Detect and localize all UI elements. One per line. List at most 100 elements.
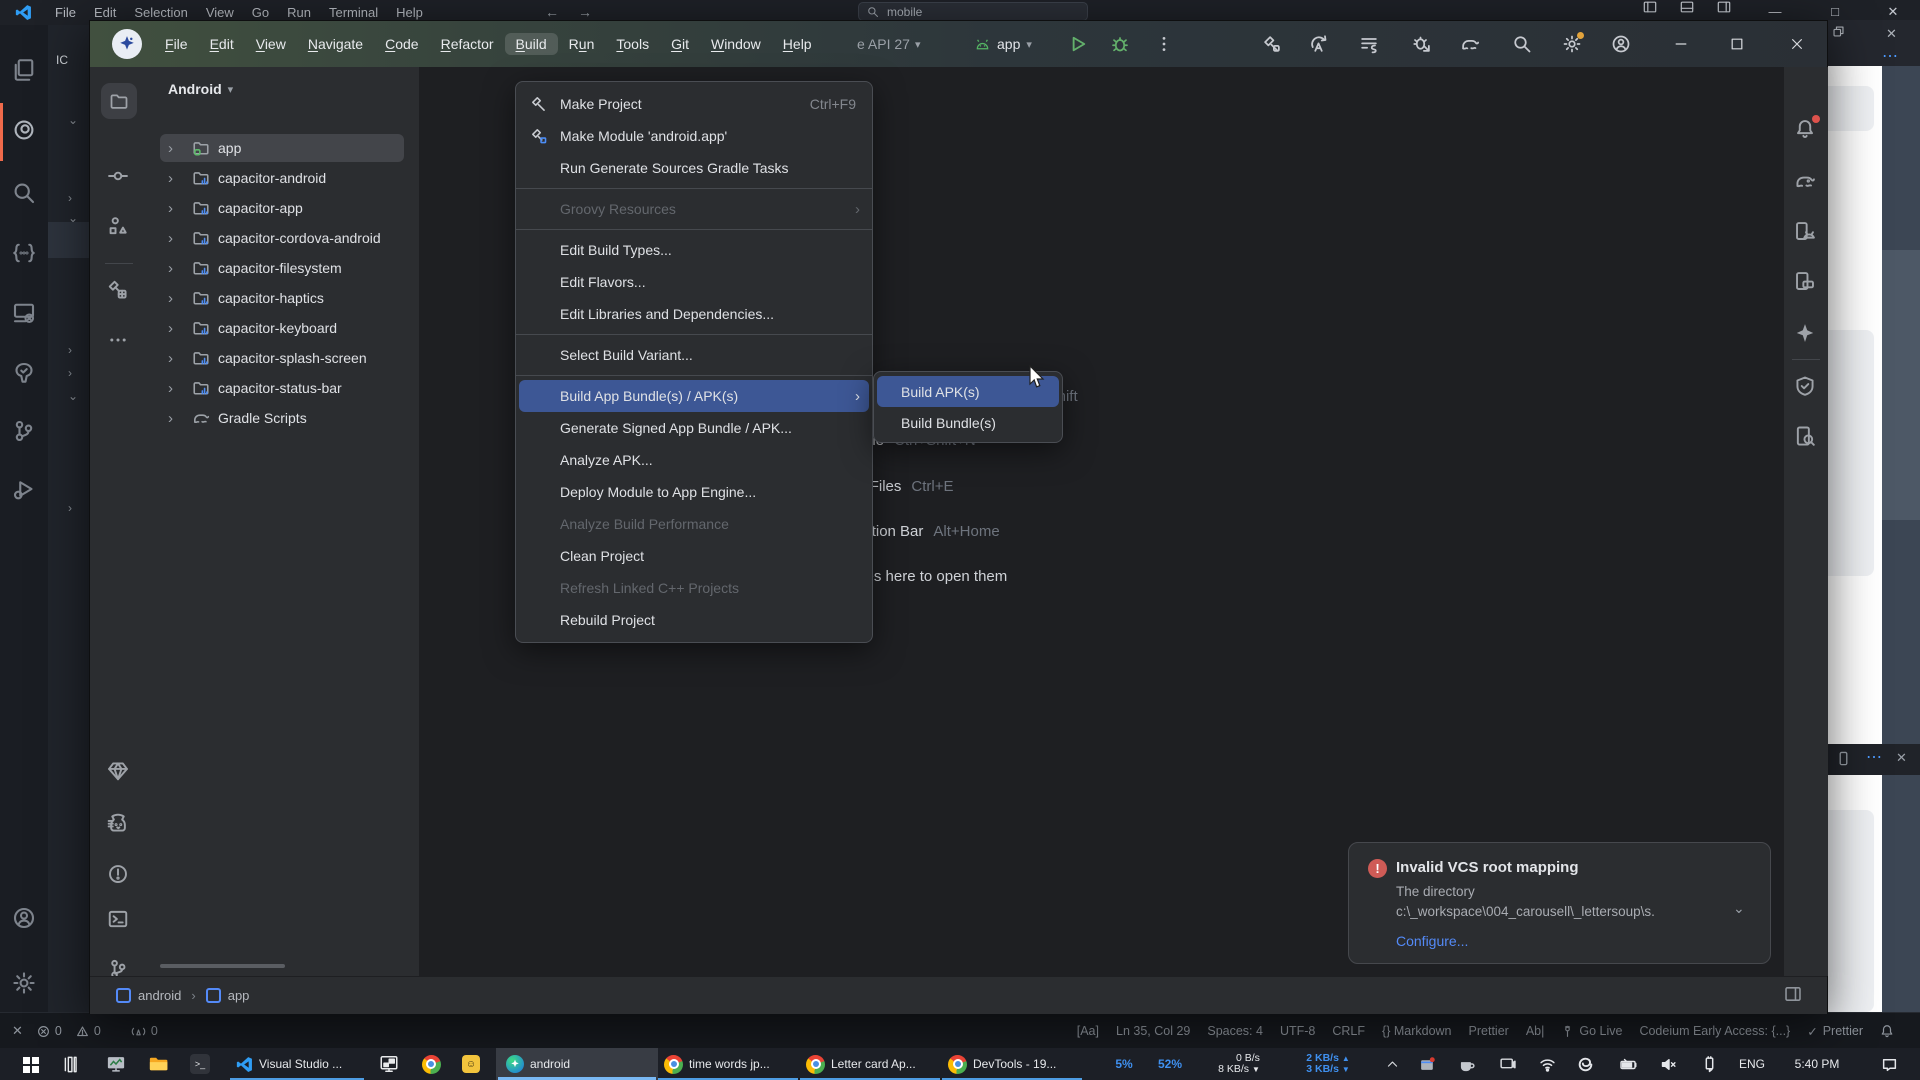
breadcrumb-android[interactable]: android xyxy=(138,988,181,1003)
tree-item-gradle-scripts[interactable]: › Gradle Scripts xyxy=(148,403,419,433)
menu-item-make-project[interactable]: Make Project Ctrl+F9 xyxy=(519,88,869,120)
go-live-button[interactable]: Go Live xyxy=(1561,1024,1622,1038)
menu-item-edit-libraries[interactable]: Edit Libraries and Dependencies... xyxy=(519,298,869,330)
explorer-icon[interactable] xyxy=(12,58,36,82)
explorer-selected-row[interactable] xyxy=(48,222,89,258)
chevron-down-icon[interactable]: ⌄ xyxy=(68,113,78,127)
tree-item-app[interactable]: › app xyxy=(148,133,419,163)
taskbar-chrome-window-1[interactable]: time words jp... xyxy=(656,1048,800,1080)
studio-menu-code[interactable]: Code xyxy=(374,33,429,55)
chevron-right-icon[interactable]: › xyxy=(68,343,72,357)
tree-item-capacitor-haptics[interactable]: › capacitor-haptics xyxy=(148,283,419,313)
tray-volume-muted-icon[interactable] xyxy=(1652,1048,1686,1080)
notifications-bell-icon[interactable] xyxy=(1880,1024,1894,1038)
language-mode[interactable]: {} Markdown xyxy=(1382,1024,1451,1038)
tray-expand-caret[interactable] xyxy=(1378,1048,1406,1080)
feedback-icon[interactable]: ✕ xyxy=(12,1023,23,1039)
profiler-icon[interactable] xyxy=(1309,34,1329,54)
ellipsis-icon[interactable]: ⋯ xyxy=(1882,46,1900,66)
tray-clock[interactable]: 5:40 PM xyxy=(1782,1048,1852,1080)
vscode-menu-help[interactable]: Help xyxy=(387,5,432,20)
studio-menu-help[interactable]: Help xyxy=(772,33,823,55)
extension-circle-icon[interactable] xyxy=(12,118,36,142)
project-view-selector[interactable]: Android▾ xyxy=(168,81,233,97)
vscode-menu-run[interactable]: Run xyxy=(278,5,320,20)
vscode-menu-terminal[interactable]: Terminal xyxy=(320,5,387,20)
close-icon[interactable]: ✕ xyxy=(1896,750,1907,766)
gemini-gem-tool-button[interactable] xyxy=(107,760,131,784)
notification-center-icon[interactable] xyxy=(1872,1048,1906,1080)
problems-tool-button[interactable] xyxy=(107,863,131,887)
warnings-status[interactable]: 0 xyxy=(76,1024,101,1038)
tray-usb-icon[interactable] xyxy=(1692,1048,1726,1080)
network-monitor[interactable]: 2 KB/s ▲3 KB/s ▼ xyxy=(1286,1048,1370,1080)
more-tool-windows-button[interactable] xyxy=(107,329,131,353)
project-tool-button[interactable] xyxy=(101,83,137,119)
tree-item-capacitor-splash-screen[interactable]: › capacitor-splash-screen xyxy=(148,343,419,373)
studio-menu-refactor[interactable]: Refactor xyxy=(430,33,505,55)
vscode-menu-file[interactable]: File xyxy=(46,5,85,20)
taskbar-chrome-icon[interactable] xyxy=(414,1048,448,1080)
chevron-down-icon[interactable]: ⌄ xyxy=(68,389,78,403)
tree-item-capacitor-android[interactable]: › capacitor-android xyxy=(148,163,419,193)
vscode-menu-view[interactable]: View xyxy=(197,5,243,20)
submenu-item-build-bundles[interactable]: Build Bundle(s) xyxy=(877,407,1059,438)
source-control-icon[interactable] xyxy=(12,419,36,443)
disk-io-monitor[interactable]: 0 B/s8 KB/s ▼ xyxy=(1200,1048,1278,1080)
studio-maximize-button[interactable] xyxy=(1722,29,1752,59)
ellipsis-icon[interactable]: ⋯ xyxy=(1866,747,1884,767)
run-button[interactable] xyxy=(1068,34,1088,54)
codeium-status[interactable]: Codeium Early Access: {...} xyxy=(1639,1024,1790,1038)
gemini-sparkle-icon[interactable] xyxy=(1794,322,1818,346)
vscode-search-box[interactable] xyxy=(858,2,1088,21)
taskbar-android-studio-window[interactable]: android xyxy=(496,1048,658,1080)
search-input[interactable] xyxy=(885,4,1039,20)
menu-item-rebuild-project[interactable]: Rebuild Project xyxy=(519,604,869,636)
attach-debugger-icon[interactable] xyxy=(1412,34,1432,54)
tray-swirl-icon[interactable] xyxy=(1570,1048,1600,1080)
device-manager-tool-button[interactable] xyxy=(1794,220,1818,244)
studio-menu-view[interactable]: View xyxy=(245,33,297,55)
cpu-usage[interactable]: 5% xyxy=(1104,1048,1144,1080)
debug-button[interactable] xyxy=(1110,34,1130,54)
tree-item-capacitor-cordova-android[interactable]: › capacitor-cordova-android xyxy=(148,223,419,253)
settings-gear-icon[interactable] xyxy=(1562,34,1582,54)
file-explorer-icon[interactable] xyxy=(142,1048,174,1080)
terminal-tool-button[interactable] xyxy=(107,908,131,932)
scrollbar-thumb[interactable] xyxy=(1882,250,1920,520)
taskbar-vscode-window[interactable]: Visual Studio ... xyxy=(228,1048,366,1080)
encoding[interactable]: UTF-8 xyxy=(1280,1024,1315,1038)
eol-type[interactable]: CRLF xyxy=(1332,1024,1365,1038)
errors-status[interactable]: 0 xyxy=(37,1024,62,1038)
studio-menu-run[interactable]: Run xyxy=(558,33,606,55)
remote-explorer-icon[interactable] xyxy=(12,301,36,325)
studio-menu-navigate[interactable]: Navigate xyxy=(297,33,374,55)
settings-gear-icon[interactable] xyxy=(12,971,36,995)
taskbar-chrome-window-3[interactable]: DevTools - 19... xyxy=(940,1048,1084,1080)
taskbar-chrome-window-2[interactable]: Letter card Ap... xyxy=(798,1048,942,1080)
gradle-sync-icon[interactable] xyxy=(1460,34,1480,54)
studio-menu-file[interactable]: File xyxy=(154,33,199,55)
menu-item-make-module[interactable]: Make Module 'android.app' xyxy=(519,120,869,152)
chat-app-icon[interactable]: ☺ xyxy=(456,1048,486,1080)
memory-usage[interactable]: 52% xyxy=(1148,1048,1192,1080)
vscode-menu-selection[interactable]: Selection xyxy=(125,5,196,20)
tray-java-cup-icon[interactable] xyxy=(1452,1048,1482,1080)
structure-tool-button[interactable] xyxy=(107,215,131,239)
device-selector[interactable]: e API 27▾ xyxy=(857,21,920,67)
snip-monitor-app-icon[interactable] xyxy=(100,1048,132,1080)
start-button[interactable] xyxy=(14,1048,46,1080)
menu-item-build-app-bundles-apks[interactable]: Build App Bundle(s) / APK(s) › xyxy=(519,380,869,412)
run-tasks-lines-icon[interactable] xyxy=(1359,34,1379,54)
studio-close-button[interactable] xyxy=(1782,29,1812,59)
vscode-menu-edit[interactable]: Edit xyxy=(85,5,125,20)
more-actions-icon[interactable] xyxy=(1154,34,1174,54)
case-badge[interactable]: [Aa] xyxy=(1077,1024,1099,1038)
chevron-right-icon[interactable]: › xyxy=(68,366,72,380)
menu-item-clean-project[interactable]: Clean Project xyxy=(519,540,869,572)
panel-layout-icon[interactable] xyxy=(1784,985,1802,1003)
menu-item-generate-signed-bundle[interactable]: Generate Signed App Bundle / APK... xyxy=(519,412,869,444)
tree-item-capacitor-keyboard[interactable]: › capacitor-keyboard xyxy=(148,313,419,343)
build-hammer-icon[interactable] xyxy=(1262,34,1282,54)
account-avatar-icon[interactable] xyxy=(1611,34,1631,54)
